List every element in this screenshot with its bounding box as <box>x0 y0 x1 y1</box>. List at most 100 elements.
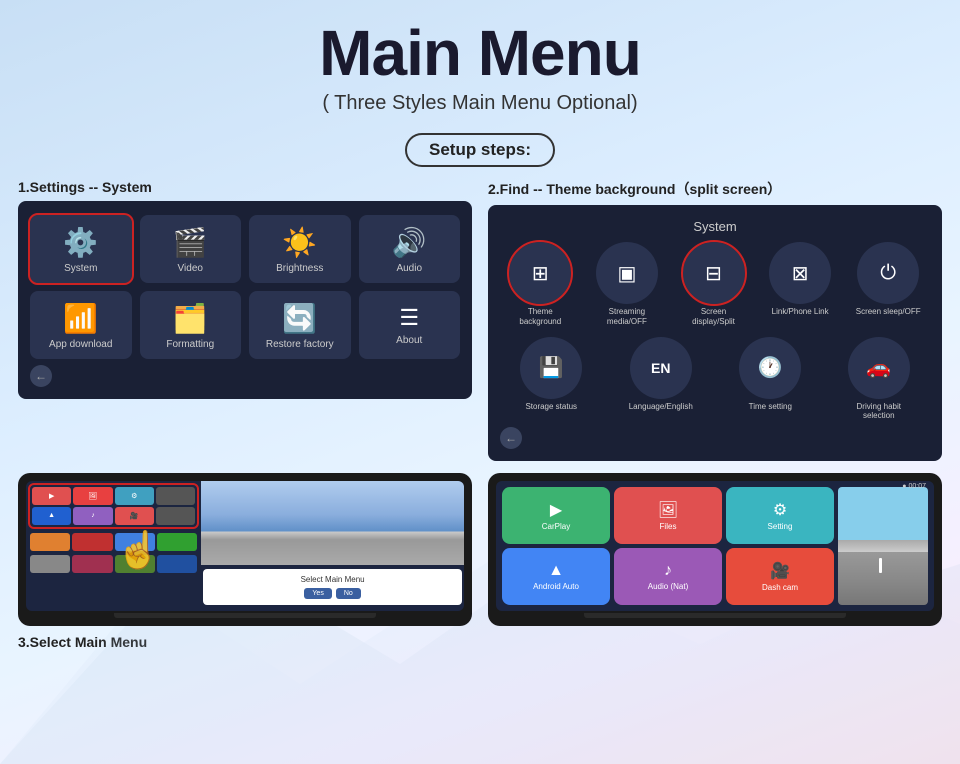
app-audio[interactable]: ♪ Audio (Nat) <box>614 548 722 605</box>
storage-icon: 💾 <box>539 355 564 380</box>
road-view <box>201 481 464 566</box>
sys-language[interactable]: EN Language/English <box>629 337 693 421</box>
step2-screen: System ⊞ Themebackground ▣ Streamingmedi… <box>488 205 942 460</box>
road-line <box>879 558 882 573</box>
device-stand-left <box>114 613 377 618</box>
sys-link[interactable]: ⊠ Link/Phone Link <box>769 242 831 326</box>
right-device-screen: ● 00:07 ▶ CarPlay 🖼 Files ⚙ Setting <box>496 481 934 611</box>
restore-icon: 🔄 <box>282 302 317 335</box>
theme-icon: ⊞ <box>532 261 549 286</box>
dialog-box: Select Main Menu Yes No <box>203 569 462 605</box>
time-label: Time setting <box>749 402 792 412</box>
brightness-label: Brightness <box>276 263 323 275</box>
driving-icon: 🚗 <box>866 355 891 380</box>
right-device: ● 00:07 ▶ CarPlay 🖼 Files ⚙ Setting <box>488 473 942 626</box>
sys-sleep[interactable]: ⏻ Screen sleep/OFF <box>856 242 921 326</box>
audio-nat-icon: ♪ <box>664 562 672 580</box>
sleep-cell[interactable]: ⏻ <box>857 242 919 304</box>
app-files[interactable]: 🖼 Files <box>614 487 722 544</box>
screen-split-icon: ⊟ <box>705 261 722 286</box>
mini-cell-3: ⚙ <box>115 487 154 505</box>
camera-road <box>838 487 928 605</box>
dashcam-label: Dash cam <box>762 583 798 592</box>
mini-cell-2: 🖼 <box>73 487 112 505</box>
icon-restore[interactable]: 🔄 Restore factory <box>249 291 351 359</box>
sleep-icon: ⏻ <box>880 262 896 285</box>
step3-right: ● 00:07 ▶ CarPlay 🖼 Files ⚙ Setting <box>488 473 942 650</box>
driving-cell[interactable]: 🚗 <box>848 337 910 399</box>
app-android-auto[interactable]: ▲ Android Auto <box>502 548 610 605</box>
icon-system[interactable]: ⚙️ System <box>30 215 132 283</box>
android-auto-label: Android Auto <box>533 582 579 591</box>
storage-cell[interactable]: 💾 <box>520 337 582 399</box>
icon-app-download[interactable]: 📶 App download <box>30 291 132 359</box>
carplay-label: CarPlay <box>542 522 570 531</box>
audio-icon: 🔊 <box>392 226 427 259</box>
left-device-right-panel: Select Main Menu Yes No <box>201 481 464 611</box>
theme-cell[interactable]: ⊞ <box>509 242 571 304</box>
about-label: About <box>396 335 422 347</box>
mini-cell-1: ▶ <box>32 487 71 505</box>
icon-audio[interactable]: 🔊 Audio <box>359 215 461 283</box>
icon-formatting[interactable]: 🗂️ Formatting <box>140 291 242 359</box>
formatting-icon: 🗂️ <box>173 302 208 335</box>
link-icon: ⊠ <box>792 261 809 286</box>
page-subtitle: ( Three Styles Main Menu Optional) <box>0 92 960 115</box>
mini-cell-7: 🎥 <box>115 507 154 525</box>
mini-cell-4 <box>156 487 195 505</box>
step1-screen: ⚙️ System 🎬 Video ☀️ Brightness 🔊 Audio … <box>18 201 472 399</box>
header: Main Menu ( Three Styles Main Menu Optio… <box>0 0 960 123</box>
back-button-step2[interactable]: ← <box>500 427 522 449</box>
step2-label: 2.Find -- Theme background（split screen） <box>488 179 942 199</box>
icon-video[interactable]: 🎬 Video <box>140 215 242 283</box>
android-auto-icon: ▲ <box>548 562 564 580</box>
device-stand-right <box>584 613 847 618</box>
screen-split-cell[interactable]: ⊟ <box>683 242 745 304</box>
app-carplay[interactable]: ▶ CarPlay <box>502 487 610 544</box>
streaming-label: Streamingmedia/OFF <box>607 307 647 326</box>
mini-cell-b2 <box>72 533 112 551</box>
system-icon: ⚙️ <box>63 226 98 259</box>
app-grid: ▶ CarPlay 🖼 Files ⚙ Setting ▲ Android Au… <box>502 487 834 605</box>
mini-cell-b4 <box>157 533 197 551</box>
sys-storage[interactable]: 💾 Storage status <box>520 337 582 421</box>
hand-cursor-icon: ☝️ <box>116 529 161 571</box>
formatting-label: Formatting <box>166 339 214 351</box>
language-icon: EN <box>651 360 670 376</box>
video-icon: 🎬 <box>173 226 208 259</box>
app-setting[interactable]: ⚙ Setting <box>726 487 834 544</box>
files-label: Files <box>660 522 677 531</box>
icon-about[interactable]: ☰ About <box>359 291 461 359</box>
storage-label: Storage status <box>525 402 577 412</box>
back-button-step1[interactable]: ← <box>30 365 52 387</box>
mini-cell-b1 <box>30 533 70 551</box>
setup-steps-badge: Setup steps: <box>405 133 555 167</box>
link-cell[interactable]: ⊠ <box>769 242 831 304</box>
setting-label: Setting <box>768 522 793 531</box>
time-icon: 🕐 <box>758 355 783 380</box>
sys-theme[interactable]: ⊞ Themebackground <box>509 242 571 326</box>
mini-cell-6: ♪ <box>73 507 112 525</box>
no-button[interactable]: No <box>336 588 361 599</box>
mini-cell-c1 <box>30 555 70 573</box>
dashcam-icon: 🎥 <box>770 561 790 581</box>
driving-label: Driving habitselection <box>857 402 901 421</box>
sys-screen-split[interactable]: ⊟ Screendisplay/Split <box>683 242 745 326</box>
sys-time[interactable]: 🕐 Time setting <box>739 337 801 421</box>
mini-cell-5: ▲ <box>32 507 71 525</box>
yes-button[interactable]: Yes <box>304 588 331 599</box>
sys-driving[interactable]: 🚗 Driving habitselection <box>848 337 910 421</box>
language-cell[interactable]: EN <box>630 337 692 399</box>
sys-streaming[interactable]: ▣ Streamingmedia/OFF <box>596 242 658 326</box>
audio-label: Audio <box>396 263 422 275</box>
app-download-icon: 📶 <box>63 302 98 335</box>
theme-label: Themebackground <box>519 307 561 326</box>
app-dashcam[interactable]: 🎥 Dash cam <box>726 548 834 605</box>
mini-cell-c4 <box>157 555 197 573</box>
streaming-cell[interactable]: ▣ <box>596 242 658 304</box>
time-cell[interactable]: 🕐 <box>739 337 801 399</box>
icon-brightness[interactable]: ☀️ Brightness <box>249 215 351 283</box>
link-label: Link/Phone Link <box>772 307 829 317</box>
about-icon: ☰ <box>399 305 419 331</box>
step1-panel: 1.Settings -- System ⚙️ System 🎬 Video ☀… <box>18 179 472 460</box>
